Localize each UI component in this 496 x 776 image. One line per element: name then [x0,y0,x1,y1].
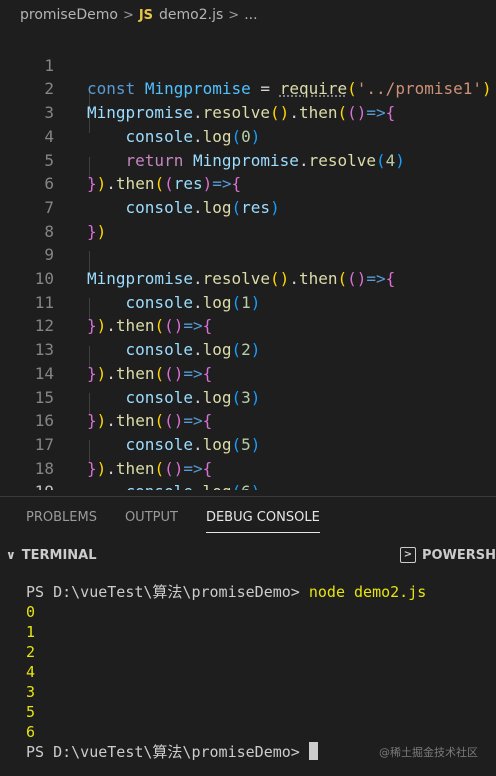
code-line: 8 [0,196,496,241]
terminal-output-line: 1 [26,623,36,641]
terminal-shell-label: POWERSH [421,547,496,563]
breadcrumb-symbols[interactable]: ... [244,7,257,23]
breadcrumb-folder[interactable]: promiseDemo [20,7,118,23]
terminal-title: TERMINAL [21,547,97,563]
tab-problems[interactable]: PROBLEMS [26,497,97,539]
code-line: 4 return Mingpromise.resolve(4) [0,101,496,170]
terminal-output-line: 2 [26,643,36,661]
terminal-output-line: 5 [26,703,36,721]
code-line: 16 console.log(5) [0,386,496,454]
terminal-output-line: 6 [26,723,36,741]
terminal-shell-icon: > [399,547,416,563]
panel-tab-bar: PROBLEMS OUTPUT DEBUG CONSOLE [0,497,496,539]
code-line: 11 }).then(()=>{ [0,267,496,336]
terminal-shell-selector[interactable]: > POWERSH [399,540,496,570]
tab-debug-console[interactable]: DEBUG CONSOLE [205,497,320,539]
code-line: 6 console.log(res) [0,149,496,217]
code-line: 12 console.log(2) [0,291,496,359]
terminal-prompt-line: PS D:\vueTest\算法\promiseDemo> [26,742,318,762]
terminal-section-header[interactable]: ∨ TERMINAL > POWERSH [0,540,496,570]
code-line: 9 Mingpromise.resolve().then(()=>{ [0,220,496,288]
terminal-output-line: 0 [26,603,36,621]
breadcrumb-file[interactable]: demo2.js [159,7,223,23]
code-line: 1 const Mingpromise = require('../promis… [0,30,496,99]
chevron-right-icon: > [122,7,134,23]
code-line: 17 }).then(()=>{ [0,409,496,478]
code-line: 7 }) [0,172,496,241]
chevron-down-icon[interactable]: ∨ [6,548,16,562]
breadcrumb: promiseDemo > JS demo2.js > ... [0,0,496,30]
code-editor[interactable]: 1 const Mingpromise = require('../promis… [0,30,496,490]
code-line: 14 console.log(3) [0,338,496,407]
terminal-cursor [308,742,318,760]
terminal-output-line: 4 [26,663,36,681]
terminal-output-line: 3 [26,683,36,701]
code-line: 3 console.log(0) [0,77,496,146]
watermark: @稀土掘金技术社区 [379,746,478,759]
javascript-file-icon: JS [138,7,154,23]
code-line: 18 console.log(6) [0,433,496,490]
code-line: 2 Mingpromise.resolve().then(()=>{ [0,54,496,122]
terminal-command-line: PS D:\vueTest\算法\promiseDemo> node demo2… [26,583,427,601]
chevron-right-icon: > [228,7,240,23]
code-line: 15 }).then(()=>{ [0,362,496,431]
code-line: 5 }).then((res)=>{ [0,125,496,194]
code-line: 19 }) [0,457,496,490]
code-line: 10 console.log(1) [0,243,496,312]
tab-output[interactable]: OUTPUT [125,497,178,539]
line-number: 19 [0,480,54,490]
code-line: 13 }).then(()=>{ [0,314,496,383]
